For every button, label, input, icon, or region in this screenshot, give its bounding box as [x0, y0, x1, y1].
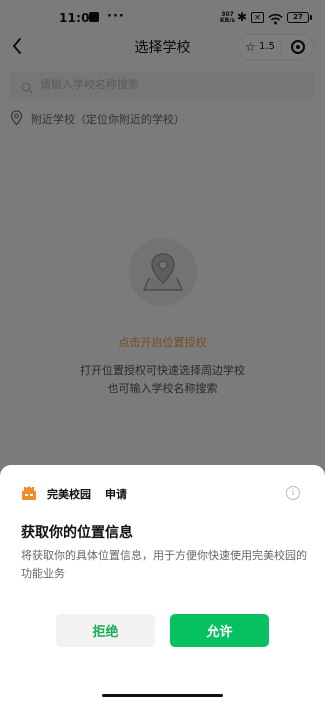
app-name: 完美校园	[47, 488, 91, 501]
info-icon[interactable]: i	[286, 486, 300, 500]
permission-description: 将获取你的具体位置信息，用于方便你快速使用完美校园的功能业务	[21, 549, 307, 580]
deny-button[interactable]: 拒绝	[56, 614, 155, 647]
permission-sheet: 完美校园 申请 i 获取你的位置信息 将获取你的具体位置信息，用于方便你快速使用…	[0, 465, 325, 703]
apply-label: 申请	[105, 488, 127, 501]
permission-title: 获取你的位置信息	[21, 525, 133, 541]
home-indicator[interactable]	[102, 694, 223, 697]
app-logo-icon	[21, 485, 37, 501]
allow-button[interactable]: 允许	[170, 614, 269, 647]
